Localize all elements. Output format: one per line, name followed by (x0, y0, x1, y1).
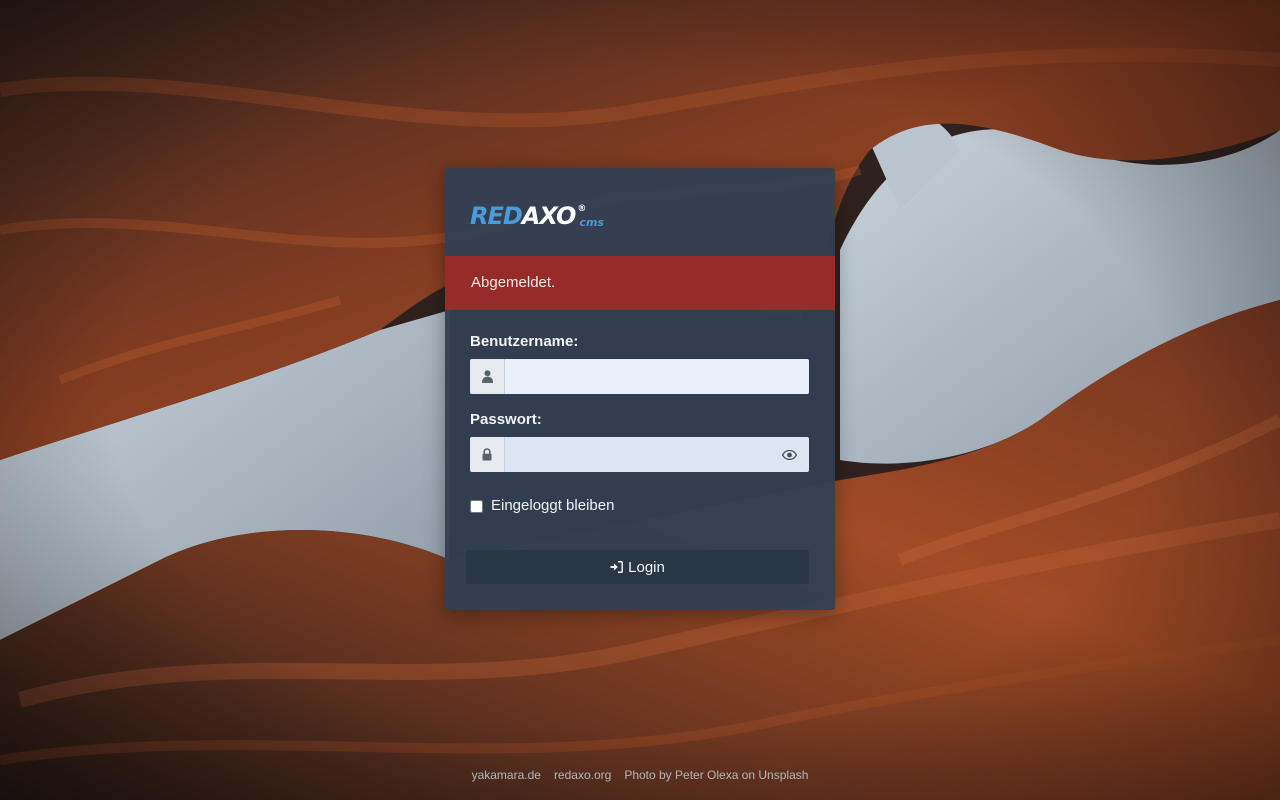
remember-me-label[interactable]: Eingeloggt bleiben (491, 497, 614, 515)
username-label: Benutzername: (470, 333, 579, 350)
footer-link-photo-credit[interactable]: Photo by Peter Olexa on Unsplash (624, 768, 808, 782)
user-icon (470, 359, 505, 394)
username-input-group (470, 359, 809, 394)
logo-registered-mark: ® (577, 204, 587, 214)
remember-me-row: Eingeloggt bleiben (470, 497, 614, 515)
footer-link-redaxo[interactable]: redaxo.org (554, 768, 611, 782)
redaxo-logo: RED AXO ® cms (470, 202, 604, 230)
logo-text-axo: AXO (521, 202, 577, 230)
password-input-group (470, 437, 809, 472)
password-input[interactable] (505, 437, 769, 472)
login-button[interactable]: Login (466, 550, 809, 584)
logout-alert: Abgemeldet. (445, 256, 835, 310)
login-button-label: Login (628, 558, 665, 576)
sign-in-icon (610, 561, 624, 573)
login-panel: RED AXO ® cms Abgemeldet. Benutzername: … (445, 168, 835, 610)
eye-icon[interactable] (769, 437, 809, 472)
footer-links: yakamara.de redaxo.org Photo by Peter Ol… (0, 768, 1280, 782)
username-input[interactable] (505, 359, 809, 394)
password-label: Passwort: (470, 411, 542, 428)
logo-text-red: RED (470, 202, 523, 230)
footer-link-yakamara[interactable]: yakamara.de (472, 768, 541, 782)
remember-me-checkbox[interactable] (470, 499, 483, 513)
logo-text-cms: cms (579, 216, 604, 229)
lock-icon (470, 437, 505, 472)
